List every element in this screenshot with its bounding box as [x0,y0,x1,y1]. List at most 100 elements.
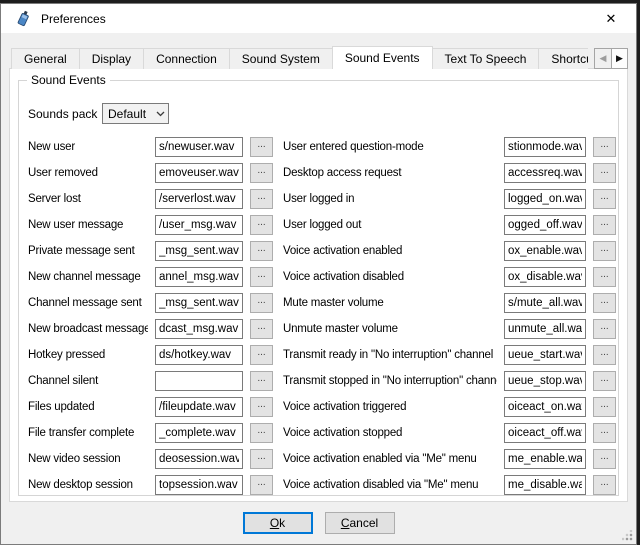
sound-event-label: New channel message [28,271,148,283]
browse-button[interactable]: ... [250,371,273,391]
sound-event-label: User logged in [283,193,497,205]
tab-shortcuts[interactable]: Shortcuts [538,48,588,69]
browse-button[interactable]: ... [593,423,616,443]
sound-event-label: Server lost [28,193,148,205]
cancel-button[interactable]: Cancel [325,512,395,534]
browse-button[interactable]: ... [593,293,616,313]
resize-grip-icon[interactable] [622,530,633,541]
sound-file-input[interactable] [155,345,243,365]
sound-file-input[interactable] [155,475,243,495]
sound-file-input[interactable] [155,293,243,313]
sound-file-input[interactable] [155,163,243,183]
browse-button[interactable]: ... [593,319,616,339]
sounds-pack-value: Default [108,107,152,121]
sound-event-label: Voice activation enabled via "Me" menu [283,453,497,465]
sounds-pack-select[interactable]: Default [102,103,169,124]
title-bar[interactable]: Preferences ✕ [1,4,636,33]
sound-file-input[interactable] [504,345,586,365]
sound-file-input[interactable] [155,397,243,417]
sound-event-label: Transmit stopped in "No interruption" ch… [283,375,497,387]
browse-button[interactable]: ... [593,397,616,417]
sound-event-label: Files updated [28,401,148,413]
browse-button[interactable]: ... [250,163,273,183]
sound-file-input[interactable] [155,267,243,287]
tab-general[interactable]: General [11,48,80,69]
sound-file-input[interactable] [504,215,586,235]
browse-button[interactable]: ... [593,449,616,469]
sound-event-label: Hotkey pressed [28,349,148,361]
browse-button[interactable]: ... [250,241,273,261]
sound-event-label: Transmit ready in "No interruption" chan… [283,349,497,361]
sound-file-input[interactable] [155,319,243,339]
sound-file-input[interactable] [504,423,586,443]
right-column: User entered question-mode ... Desktop a… [283,134,616,498]
left-column: New user ... User removed ... Server los… [28,134,273,498]
browse-button[interactable]: ... [593,215,616,235]
sound-file-input[interactable] [155,215,243,235]
sound-file-input[interactable] [504,475,586,495]
sound-file-input[interactable] [504,137,586,157]
sound-file-input[interactable] [155,241,243,261]
sound-event-label: User entered question-mode [283,141,497,153]
sound-file-input[interactable] [155,449,243,469]
tab-scroll-left-icon[interactable]: ◀ [594,48,611,69]
close-icon[interactable]: ✕ [594,4,628,33]
sound-event-label: Channel silent [28,375,148,387]
tab-scroll-buttons: ◀ ▶ [594,48,628,69]
browse-button[interactable]: ... [250,475,273,495]
browse-button[interactable]: ... [250,423,273,443]
browse-button[interactable]: ... [250,293,273,313]
ok-button[interactable]: Ok [243,512,313,534]
sound-file-input[interactable] [504,449,586,469]
sound-event-label: User removed [28,167,148,179]
sound-file-input[interactable] [504,267,586,287]
browse-button[interactable]: ... [593,371,616,391]
browse-button[interactable]: ... [250,397,273,417]
browse-button[interactable]: ... [593,137,616,157]
browse-button[interactable]: ... [250,449,273,469]
sound-file-input[interactable] [504,371,586,391]
browse-button[interactable]: ... [593,267,616,287]
sound-file-input[interactable] [504,189,586,209]
sound-events-columns: New user ... User removed ... Server los… [28,134,618,498]
sound-file-input[interactable] [504,241,586,261]
sound-event-label: Mute master volume [283,297,497,309]
sound-file-input[interactable] [155,189,243,209]
sound-file-input[interactable] [504,319,586,339]
browse-button[interactable]: ... [593,163,616,183]
tab-sound-system[interactable]: Sound System [229,48,333,69]
preferences-dialog: Preferences ✕ GeneralDisplayConnectionSo… [0,3,637,545]
cancel-button-label: Cancel [326,516,394,530]
browse-button[interactable]: ... [250,345,273,365]
ok-button-label: Ok [245,516,311,530]
browse-button[interactable]: ... [250,189,273,209]
sound-file-input[interactable] [504,293,586,313]
browse-button[interactable]: ... [250,137,273,157]
sound-file-input[interactable] [155,137,243,157]
sound-file-input[interactable] [155,371,243,391]
sound-event-label: User logged out [283,219,497,231]
tab-connection[interactable]: Connection [143,48,230,69]
sounds-pack-row: Sounds pack Default [28,103,618,124]
browse-button[interactable]: ... [250,319,273,339]
chevron-down-icon [152,104,168,123]
tab-text-to-speech[interactable]: Text To Speech [432,48,540,69]
app-icon [15,10,32,27]
sounds-pack-label: Sounds pack [28,107,102,121]
tab-bar: GeneralDisplayConnectionSound SystemSoun… [11,46,588,69]
tab-display[interactable]: Display [79,48,144,69]
tab-sound-events[interactable]: Sound Events [332,46,433,69]
browse-button[interactable]: ... [593,189,616,209]
sound-event-label: Unmute master volume [283,323,497,335]
sound-file-input[interactable] [504,397,586,417]
browse-button[interactable]: ... [250,267,273,287]
sound-file-input[interactable] [504,163,586,183]
sound-file-input[interactable] [155,423,243,443]
browse-button[interactable]: ... [593,241,616,261]
browse-button[interactable]: ... [593,475,616,495]
sound-event-label: New desktop session [28,479,148,491]
window-title: Preferences [41,12,106,26]
browse-button[interactable]: ... [250,215,273,235]
browse-button[interactable]: ... [593,345,616,365]
tab-scroll-right-icon[interactable]: ▶ [611,48,628,69]
